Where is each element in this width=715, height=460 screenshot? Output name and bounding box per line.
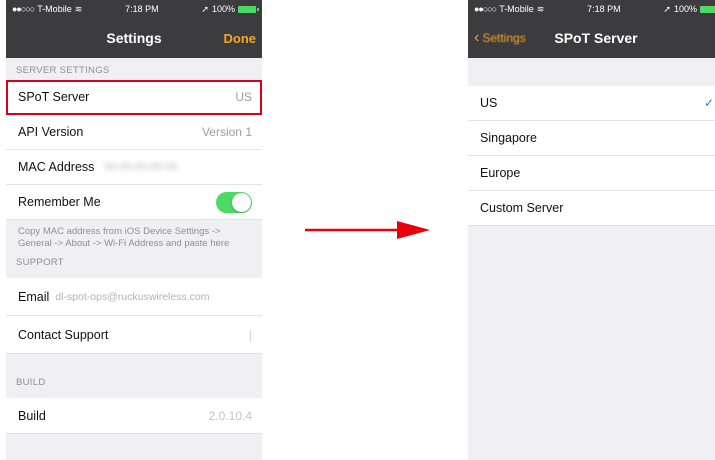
done-button[interactable]: Done bbox=[224, 31, 257, 46]
spot-server-screen: ●●○○○ T-Mobile ≋ 7:18 PM ➚ 100% ‹ Settin… bbox=[468, 0, 715, 460]
status-bar: ●●○○○ T-Mobile ≋ 7:18 PM ➚ 100% bbox=[6, 0, 262, 18]
option-label: Custom Server bbox=[480, 201, 564, 215]
page-title: Settings bbox=[106, 30, 162, 46]
spot-server-label: SPoT Server bbox=[18, 90, 90, 104]
server-option-europe[interactable]: Europe bbox=[468, 156, 715, 191]
nav-bar: ‹ Settings SPoT Server bbox=[468, 18, 715, 58]
email-group: Email dl-spot-ops@ruckuswireless.com bbox=[18, 290, 209, 304]
chevron-left-icon: ‹ bbox=[474, 29, 480, 46]
location-arrow-icon: ➚ bbox=[201, 3, 209, 14]
api-version-row[interactable]: API Version Version 1 bbox=[6, 115, 262, 150]
settings-screen: ●●○○○ T-Mobile ≋ 7:18 PM ➚ 100% Settings… bbox=[6, 0, 262, 460]
status-bar: ●●○○○ T-Mobile ≋ 7:18 PM ➚ 100% bbox=[468, 0, 715, 18]
email-row[interactable]: Email dl-spot-ops@ruckuswireless.com bbox=[6, 278, 262, 316]
mac-address-field[interactable]: 00:00:00:00:00 bbox=[104, 161, 252, 173]
contact-support-label: Contact Support bbox=[18, 327, 109, 342]
page-title: SPoT Server bbox=[554, 30, 638, 46]
carrier-label: T-Mobile bbox=[37, 4, 72, 14]
section-gap bbox=[468, 58, 715, 86]
section-header-server: SERVER SETTINGS bbox=[16, 65, 110, 76]
server-option-custom[interactable]: Custom Server bbox=[468, 191, 715, 226]
server-option-us[interactable]: US ✓ bbox=[468, 86, 715, 121]
arrow-right-icon bbox=[305, 221, 430, 239]
signal-dots-icon: ●●○○○ bbox=[12, 4, 35, 14]
build-row: Build 2.0.10.4 bbox=[6, 398, 262, 434]
location-arrow-icon: ➚ bbox=[663, 3, 671, 14]
battery-icon bbox=[237, 5, 259, 13]
option-label: Singapore bbox=[480, 131, 537, 145]
api-version-value: Version 1 bbox=[201, 125, 252, 139]
remember-me-label: Remember Me bbox=[18, 195, 101, 209]
chevron-right-icon: | bbox=[248, 327, 252, 342]
server-option-singapore[interactable]: Singapore bbox=[468, 121, 715, 156]
build-value: 2.0.10.4 bbox=[208, 408, 252, 423]
option-label: US bbox=[480, 96, 498, 110]
battery-icon bbox=[699, 5, 715, 13]
remember-me-toggle[interactable] bbox=[216, 191, 252, 213]
mac-address-row[interactable]: MAC Address 00:00:00:00:00 bbox=[6, 150, 262, 185]
email-label: Email bbox=[18, 289, 50, 304]
battery-percent: 100% bbox=[673, 4, 697, 14]
back-button[interactable]: ‹ Settings bbox=[474, 30, 526, 46]
email-value: dl-spot-ops@ruckuswireless.com bbox=[55, 290, 210, 303]
api-version-label: API Version bbox=[18, 125, 84, 139]
back-label: Settings bbox=[482, 31, 526, 45]
section-header-support: SUPPORT bbox=[16, 257, 64, 268]
contact-support-row[interactable]: Contact Support | bbox=[6, 316, 262, 354]
option-label: Europe bbox=[480, 166, 521, 180]
wifi-icon: ≋ bbox=[536, 3, 545, 14]
spot-server-row[interactable]: SPoT Server US bbox=[6, 80, 262, 115]
spot-server-value: US bbox=[235, 90, 252, 104]
section-header-build: BUILD bbox=[16, 377, 46, 388]
nav-bar: Settings Done bbox=[6, 18, 262, 58]
wifi-icon: ≋ bbox=[74, 3, 83, 14]
mac-address-hint: Copy MAC address from iOS Device Setting… bbox=[18, 226, 230, 249]
remember-me-row: Remember Me bbox=[6, 185, 262, 220]
build-label: Build bbox=[18, 408, 46, 423]
status-time: 7:18 PM bbox=[125, 4, 159, 14]
mac-address-label: MAC Address bbox=[18, 160, 95, 174]
checkmark-icon: ✓ bbox=[703, 96, 714, 110]
status-time: 7:18 PM bbox=[587, 4, 621, 14]
battery-percent: 100% bbox=[211, 4, 235, 14]
signal-dots-icon: ●●○○○ bbox=[474, 4, 497, 14]
carrier-label: T-Mobile bbox=[499, 4, 534, 14]
